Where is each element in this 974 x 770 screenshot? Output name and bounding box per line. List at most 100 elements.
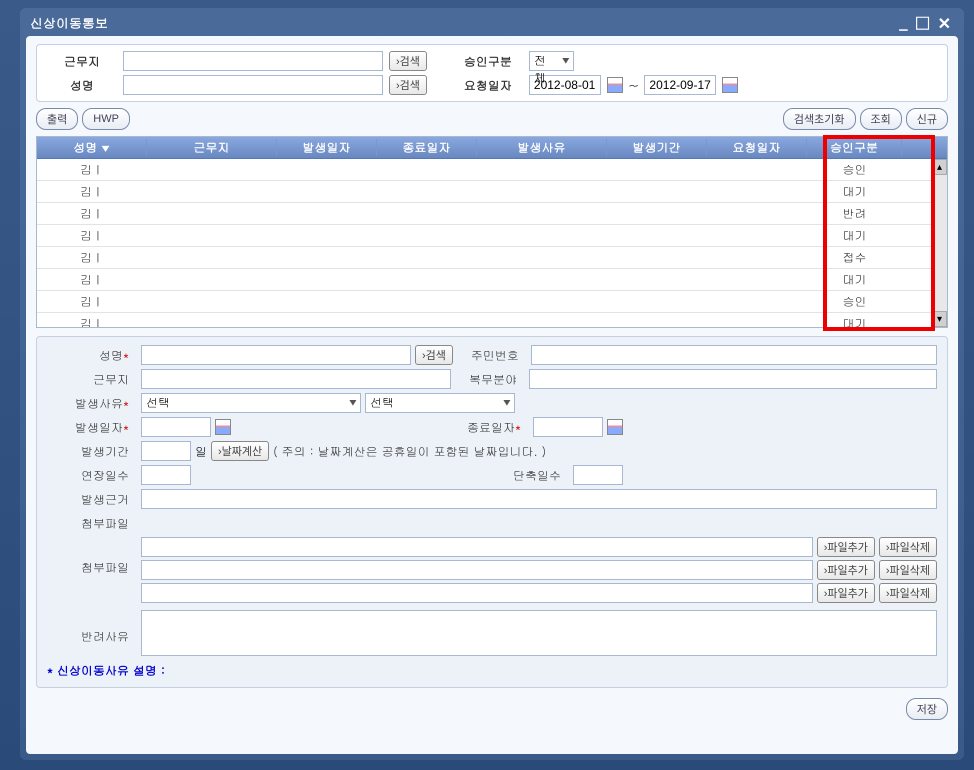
workplace-search-button[interactable]: ›검색 — [389, 51, 427, 71]
file-input-1[interactable] — [141, 537, 813, 557]
date-calc-button[interactable]: ›날짜계산 — [211, 441, 269, 461]
name-input[interactable] — [123, 75, 383, 95]
col-name[interactable]: 성명 ▼ — [37, 139, 147, 156]
cell-status: 접수 — [807, 249, 902, 266]
table-row[interactable]: 김ㅣ 승인 — [37, 291, 947, 313]
reject-textarea[interactable] — [141, 610, 937, 656]
file-list: ›파일추가›파일삭제 ›파일추가›파일삭제 ›파일추가›파일삭제 — [141, 537, 937, 606]
footer: 저장 — [36, 698, 948, 720]
date-to-input[interactable] — [644, 75, 716, 95]
cell-status: 대기 — [807, 227, 902, 244]
detail-name-search-button[interactable]: ›검색 — [415, 345, 453, 365]
file-del-button-1[interactable]: ›파일삭제 — [879, 537, 937, 557]
table-row[interactable]: 김ㅣ대기 — [37, 269, 947, 291]
enddate-input[interactable] — [533, 417, 603, 437]
workplace-label: 근무지 — [47, 53, 117, 70]
cell-name: 김ㅣ — [37, 315, 147, 327]
cell-status: 대기 — [807, 315, 902, 327]
occurdate-calendar-icon[interactable] — [215, 419, 231, 435]
basis-input[interactable] — [141, 489, 937, 509]
minimize-icon[interactable]: _ — [896, 11, 910, 34]
shorten-label: 단축일수 — [499, 467, 569, 484]
cell-name: 김ㅣ — [37, 271, 147, 288]
reason-label: 발생사유* — [47, 395, 137, 412]
workplace-input[interactable] — [123, 51, 383, 71]
jumin-input[interactable] — [531, 345, 937, 365]
save-button[interactable]: 저장 — [906, 698, 948, 720]
table-row[interactable]: 김ㅣ 반려 — [37, 203, 947, 225]
detail-form: 성명* ›검색 주민번호 근무지 복무분야 발생사유* 선택 선택 발생일자* — [36, 336, 948, 688]
reason-select-1[interactable]: 선택 — [141, 393, 361, 413]
enddate-calendar-icon[interactable] — [607, 419, 623, 435]
approval-select[interactable]: 전체 — [529, 51, 574, 71]
cell-status: 승인 — [807, 293, 902, 310]
calc-note: ( 주의 : 날짜계산은 공휴일이 포함된 날짜입니다. ) — [273, 443, 546, 460]
table-row[interactable]: 김ㅣ 접수 — [37, 247, 947, 269]
cell-status: 반려 — [807, 205, 902, 222]
reset-search-button[interactable]: 검색초기화 — [783, 108, 856, 130]
calendar-to-icon[interactable] — [722, 77, 738, 93]
file-add-button-1[interactable]: ›파일추가 — [817, 537, 875, 557]
maximize-icon[interactable]: □ — [912, 11, 932, 34]
name-search-button[interactable]: ›검색 — [389, 75, 427, 95]
cell-name: 김ㅣ — [37, 293, 147, 310]
col-approval[interactable]: 승인구분 — [807, 139, 902, 156]
period-input[interactable] — [141, 441, 191, 461]
table-row[interactable]: 김ㅣ대기 — [37, 181, 947, 203]
enddate-label: 종료일자* — [459, 419, 529, 436]
titlebar: 신상이동통보 _ □ ✕ — [20, 8, 964, 36]
occurdate-input[interactable] — [141, 417, 211, 437]
window-title: 신상이동통보 — [30, 13, 108, 32]
content-panel: 근무지 ›검색 승인구분 전체 성명 ›검색 요청일자 ~ 출력 HWP — [26, 36, 958, 754]
toolbar: 출력 HWP 검색초기화 조회 신규 — [36, 108, 948, 130]
query-button[interactable]: 조회 — [860, 108, 902, 130]
basis-label: 발생근거 — [47, 491, 137, 508]
extend-label: 연장일수 — [47, 467, 137, 484]
table-row[interactable]: 김ㅣ대기 — [37, 225, 947, 247]
extend-input[interactable] — [141, 465, 191, 485]
shorten-input[interactable] — [573, 465, 623, 485]
detail-workplace-input[interactable] — [141, 369, 451, 389]
date-tilde: ~ — [629, 77, 639, 94]
col-reqdate[interactable]: 요청일자 — [707, 139, 807, 156]
reject-label: 반려사유 — [47, 610, 137, 645]
dept-input[interactable] — [529, 369, 937, 389]
occurdate-label: 발생일자* — [47, 419, 137, 436]
calendar-from-icon[interactable] — [607, 77, 623, 93]
file-del-button-3[interactable]: ›파일삭제 — [879, 583, 937, 603]
new-button[interactable]: 신규 — [906, 108, 948, 130]
col-enddate[interactable]: 종료일자 — [377, 139, 477, 156]
col-reason[interactable]: 발생사유 — [477, 139, 607, 156]
file-add-button-3[interactable]: ›파일추가 — [817, 583, 875, 603]
file-del-button-2[interactable]: ›파일삭제 — [879, 560, 937, 580]
close-icon[interactable]: ✕ — [935, 11, 954, 34]
scroll-up-icon[interactable]: ▴ — [932, 159, 947, 175]
hwp-button[interactable]: HWP — [82, 108, 130, 130]
app-window: 신상이동통보 _ □ ✕ 근무지 ›검색 승인구분 전체 성명 ›검색 요청일자 — [20, 8, 964, 760]
scroll-down-icon[interactable]: ▾ — [932, 311, 947, 327]
col-period[interactable]: 발생기간 — [607, 139, 707, 156]
table-row[interactable]: 김ㅣ승인 — [37, 159, 947, 181]
file-input-3[interactable] — [141, 583, 813, 603]
col-occurdate[interactable]: 발생일자 — [277, 139, 377, 156]
col-workplace[interactable]: 근무지 — [147, 139, 277, 156]
reason-select-2[interactable]: 선택 — [365, 393, 515, 413]
cell-name: 김ㅣ — [37, 249, 147, 266]
print-button[interactable]: 출력 — [36, 108, 78, 130]
grid-body: 김ㅣ승인김ㅣ대기김ㅣ반려김ㅣ대기김ㅣ접수김ㅣ대기김ㅣ승인김ㅣ대기 — [37, 159, 947, 327]
file-input-2[interactable] — [141, 560, 813, 580]
vertical-scrollbar[interactable]: ▴ ▾ — [931, 159, 947, 327]
cell-status: 승인 — [807, 161, 902, 178]
detail-name-input[interactable] — [141, 345, 411, 365]
data-grid: 성명 ▼ 근무지 발생일자 종료일자 발생사유 발생기간 요청일자 승인구분 김… — [36, 136, 948, 328]
grid-header: 성명 ▼ 근무지 발생일자 종료일자 발생사유 발생기간 요청일자 승인구분 — [37, 137, 947, 159]
file-add-button-2[interactable]: ›파일추가 — [817, 560, 875, 580]
jumin-label: 주민번호 — [457, 347, 527, 364]
table-row[interactable]: 김ㅣ 대기 — [37, 313, 947, 327]
dept-label: 복무분야 — [455, 371, 525, 388]
day-unit: 일 — [195, 443, 207, 460]
explain-text: * 신상이동사유 설명 : — [47, 662, 937, 679]
cell-name: 김ㅣ — [37, 205, 147, 222]
detail-workplace-label: 근무지 — [47, 371, 137, 388]
sort-icon: ▼ — [101, 142, 109, 155]
